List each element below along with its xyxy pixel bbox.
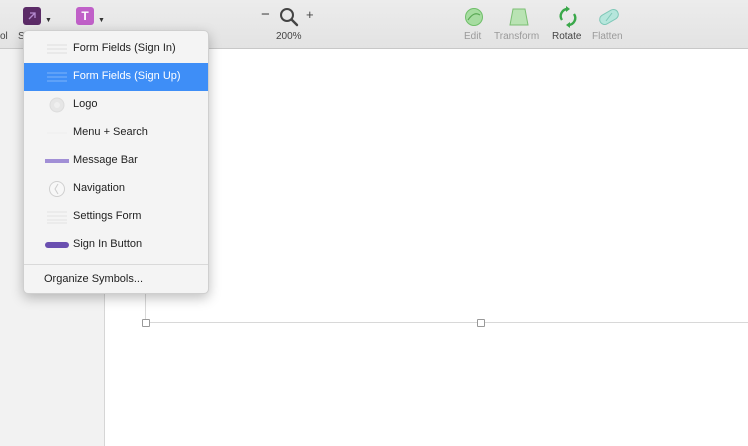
lines-thumb-icon [47,72,67,82]
navigation-thumb-icon [49,181,65,197]
zoom-in-button[interactable]: + [306,7,314,22]
menu-item-settings-form[interactable]: Settings Form [24,203,208,231]
menu-item-label: Logo [73,98,98,110]
flatten-icon[interactable] [597,7,621,27]
menu-item-label: Settings Form [73,210,142,222]
menu-item-form-fields-sign-up[interactable]: Form Fields (Sign Up) [24,63,208,91]
menu-separator [24,264,208,265]
menu-item-navigation[interactable]: Navigation [24,175,208,203]
transform-label[interactable]: Transform [494,31,539,42]
message-bar-thumb-icon [45,159,69,163]
symbols-menu: Form Fields (Sign In) Form Fields (Sign … [23,30,209,294]
zoom-level: 200% [276,31,302,42]
transform-icon[interactable] [507,7,531,27]
lines-thumb-icon [47,44,67,54]
toolbar-label-fragment: ol [0,31,8,42]
organize-symbols-item[interactable]: Organize Symbols... [44,273,143,285]
symbols-button[interactable] [23,7,41,25]
zoom-magnifier-icon[interactable] [279,7,299,27]
flatten-label[interactable]: Flatten [592,31,623,42]
rotate-icon[interactable] [556,6,580,28]
menu-item-sign-in-button[interactable]: Sign In Button [24,231,208,259]
logo-thumb-icon [49,97,65,113]
chevron-down-icon[interactable]: ▼ [45,17,52,24]
symbol-icon [28,12,36,20]
menu-item-label: Menu + Search [73,126,148,138]
menu-item-form-fields-sign-in[interactable]: Form Fields (Sign In) [24,35,208,63]
menu-item-label: Form Fields (Sign In) [73,42,176,54]
resize-handle[interactable] [477,319,485,327]
menu-item-menu-search[interactable]: Menu + Search [24,119,208,147]
edit-icon[interactable] [463,7,485,27]
button-thumb-icon [45,242,69,248]
resize-handle[interactable] [142,319,150,327]
artboard-edge-horizontal [145,322,748,323]
menu-item-label: Form Fields (Sign Up) [73,70,181,82]
menu-item-label: Message Bar [73,154,138,166]
lines-thumb-icon [47,211,67,224]
menu-item-logo[interactable]: Logo [24,91,208,119]
chevron-down-icon[interactable]: ▼ [98,17,105,24]
menu-item-label: Navigation [73,182,125,194]
text-button[interactable]: T [76,7,94,25]
menu-item-message-bar[interactable]: Message Bar [24,147,208,175]
rotate-label[interactable]: Rotate [552,31,581,42]
blank-thumb-icon [47,132,67,134]
zoom-out-button[interactable]: − [261,6,270,23]
menu-item-label: Sign In Button [73,238,143,250]
edit-label[interactable]: Edit [464,31,481,42]
